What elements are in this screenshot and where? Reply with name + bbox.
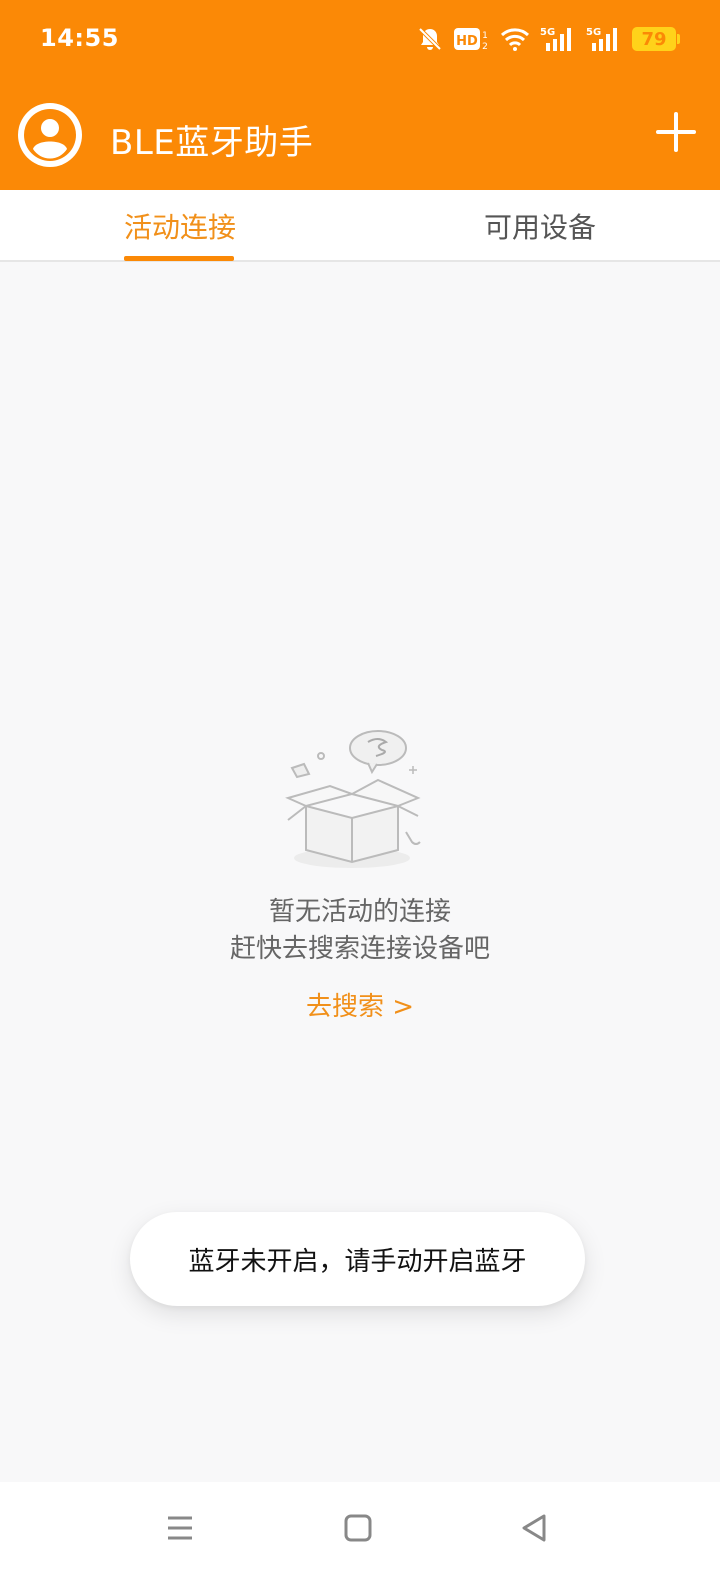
user-icon	[19, 104, 81, 166]
screen: 14:55 HD 1 2 5G 5G 79 BLE蓝牙助手 活动连接 可用设备 …	[0, 0, 720, 1584]
wifi-icon	[500, 28, 530, 51]
network-label-2: 5G	[586, 27, 601, 38]
status-icons: HD 1 2 5G 5G 79	[416, 22, 680, 56]
tab-indicator	[124, 256, 234, 261]
add-icon[interactable]	[654, 110, 698, 154]
tab-active-connections[interactable]: 活动连接	[0, 190, 360, 262]
toast-message: 蓝牙未开启，请手动开启蓝牙	[130, 1212, 585, 1306]
empty-state-subtitle: 赶快去搜索连接设备吧	[229, 934, 490, 964]
back-icon[interactable]	[512, 1506, 556, 1550]
go-search-link[interactable]: 去搜索 >	[0, 986, 720, 1023]
hd-icon: HD 1 2	[454, 28, 488, 52]
avatar[interactable]	[18, 103, 82, 167]
battery-icon: 79	[632, 27, 680, 51]
home-icon[interactable]	[336, 1506, 380, 1550]
menu-icon[interactable]	[158, 1506, 202, 1550]
tab-bar: 活动连接 可用设备	[0, 190, 720, 262]
top-bar: 14:55 HD 1 2 5G 5G 79 BLE蓝牙助手	[0, 0, 720, 190]
network-label-1: 5G	[540, 27, 555, 38]
status-bar: 14:55 HD 1 2 5G 5G 79	[0, 0, 720, 80]
empty-state-title: 暂无活动的连接	[268, 897, 451, 927]
svg-text:2: 2	[482, 42, 488, 52]
tab-available-devices[interactable]: 可用设备	[360, 190, 720, 262]
hd-text: HD	[456, 34, 478, 49]
status-time: 14:55	[40, 24, 119, 52]
battery-level: 79	[641, 28, 667, 50]
svg-text:1: 1	[482, 31, 488, 41]
signal-5g-icon: 5G	[540, 27, 571, 51]
empty-box-icon	[285, 730, 421, 868]
app-bar: BLE蓝牙助手	[0, 80, 720, 190]
app-title: BLE蓝牙助手	[110, 123, 314, 163]
mute-bell-icon	[418, 27, 442, 51]
system-nav-bar	[0, 1482, 720, 1584]
signal-5g-icon: 5G	[586, 27, 617, 51]
